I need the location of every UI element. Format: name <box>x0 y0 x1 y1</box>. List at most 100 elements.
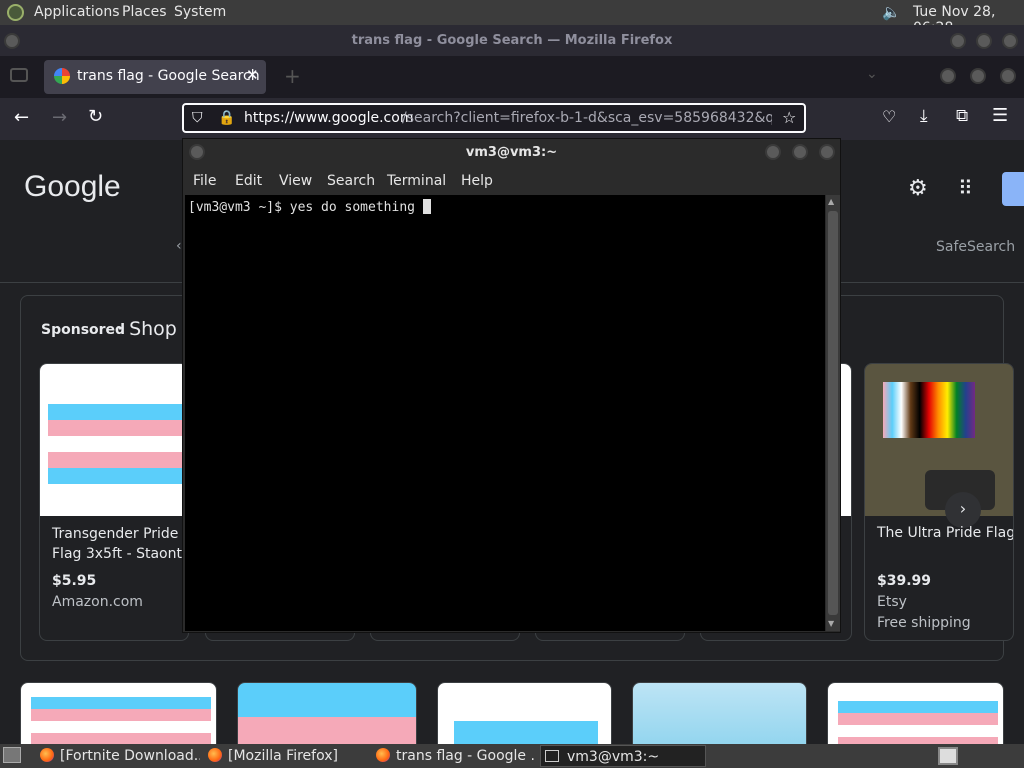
tab-max-icon[interactable] <box>970 68 986 84</box>
tab-close-x-icon[interactable]: ✕ <box>246 66 259 84</box>
google-favicon-icon <box>54 68 70 84</box>
task-fortnite[interactable]: [Fortnite Download... <box>40 745 200 767</box>
tab-google-search[interactable]: trans flag - Google Search ✕ <box>44 60 266 94</box>
new-tab-icon[interactable]: + <box>284 64 301 88</box>
image-result[interactable] <box>632 682 807 744</box>
terminal-output[interactable]: [vm3@vm3 ~]$ yes do something <box>185 195 825 631</box>
settings-gear-icon[interactable]: ⚙ <box>908 176 928 201</box>
show-desktop-icon[interactable] <box>3 747 21 763</box>
product-title[interactable]: Transgender Pride Flag 3x5ft - Staont <box>52 524 187 564</box>
firefox-icon <box>376 748 390 762</box>
menu-view[interactable]: View <box>279 173 312 189</box>
product-shipping: Free shipping <box>877 615 971 631</box>
scroll-up-icon[interactable]: ▲ <box>828 197 834 206</box>
menu-edit[interactable]: Edit <box>235 173 262 189</box>
minimize-icon[interactable] <box>950 33 966 49</box>
window-menu-icon[interactable] <box>4 33 20 49</box>
places-menu[interactable]: Places <box>122 4 167 20</box>
pride-flag-image <box>883 382 975 438</box>
firefox-icon <box>208 748 222 762</box>
apps-grid-icon[interactable]: ⠿ <box>958 176 973 200</box>
terminal-icon <box>545 750 559 762</box>
app-menu-icon[interactable]: ☰ <box>992 105 1008 126</box>
scrollbar-thumb[interactable] <box>828 211 838 615</box>
trans-flag-image <box>838 701 998 744</box>
terminal-close-icon[interactable] <box>819 144 835 160</box>
extensions-icon[interactable]: ⧉ <box>956 106 968 126</box>
terminal-maximize-icon[interactable] <box>792 144 808 160</box>
url-path: /search?client=firefox-b-1-d&sca_esv=585… <box>402 110 772 126</box>
distro-logo-icon[interactable] <box>7 4 24 21</box>
menu-terminal[interactable]: Terminal <box>387 173 446 189</box>
applications-menu[interactable]: Applications <box>34 4 120 20</box>
task-label: [Mozilla Firefox] <box>228 748 338 764</box>
pocket-icon[interactable]: ♡ <box>882 107 896 126</box>
downloads-icon[interactable]: ⤓ <box>920 106 928 126</box>
top-panel: Applications Places System 🔈 Tue Nov 28,… <box>0 0 1024 36</box>
task-label: [Fortnite Download... <box>60 748 200 764</box>
maximize-icon[interactable] <box>976 33 992 49</box>
terminal-menubar: File Edit View Search Terminal Help <box>183 167 840 195</box>
task-label: vm3@vm3:~ <box>567 749 660 765</box>
tracking-shield-icon[interactable]: ⛉ <box>192 105 203 131</box>
trans-flag-image <box>454 721 598 744</box>
product-card[interactable]: Transgender Pride Flag 3x5ft - Staont $5… <box>39 363 189 641</box>
product-seller: Etsy <box>877 594 907 610</box>
scroll-left-icon[interactable]: ‹ <box>176 238 182 254</box>
next-arrow-icon[interactable]: › <box>945 492 981 528</box>
image-result[interactable] <box>437 682 612 744</box>
tab-list-icon[interactable]: ⌄ <box>866 66 878 82</box>
safesearch-link[interactable]: SafeSearch <box>936 239 1015 255</box>
product-title[interactable]: The Ultra Pride Flag <box>877 525 1013 541</box>
product-price: $5.95 <box>52 573 97 589</box>
terminal-scrollbar[interactable]: ▲ ▼ <box>826 195 840 631</box>
image-result[interactable] <box>237 682 417 744</box>
terminal-menu-icon[interactable] <box>189 144 205 160</box>
forward-icon[interactable]: → <box>52 107 67 128</box>
back-icon[interactable]: ← <box>14 107 29 128</box>
window-title: trans flag - Google Search — Mozilla Fir… <box>351 33 673 48</box>
bookmark-star-icon[interactable]: ☆ <box>782 105 796 131</box>
menu-search[interactable]: Search <box>327 173 375 189</box>
taskbar: [Fortnite Download... [Mozilla Firefox] … <box>0 744 1024 768</box>
terminal-title-bar[interactable]: vm3@vm3:~ <box>183 139 840 167</box>
firefox-icon <box>40 748 54 762</box>
task-terminal[interactable]: vm3@vm3:~ <box>540 745 706 767</box>
product-card[interactable]: › The Ultra Pride Flag $39.99 Etsy Free … <box>864 363 1014 641</box>
sign-in-button[interactable] <box>1002 172 1024 206</box>
task-label: trans flag - Google ... <box>396 748 536 764</box>
product-seller: Amazon.com <box>52 594 143 610</box>
reload-icon[interactable]: ↻ <box>88 106 103 127</box>
text-cursor <box>422 199 431 214</box>
scroll-down-icon[interactable]: ▼ <box>828 619 834 628</box>
workspace-switcher-icon[interactable] <box>938 747 958 765</box>
sponsored-label: Sponsored <box>41 322 126 338</box>
volume-icon[interactable]: 🔈 <box>882 3 901 21</box>
google-logo[interactable]: Google <box>24 170 121 204</box>
image-result[interactable] <box>20 682 217 744</box>
firefox-view-icon[interactable] <box>10 68 28 82</box>
tab-min-icon[interactable] <box>940 68 956 84</box>
tab-title: trans flag - Google Search <box>77 68 260 84</box>
terminal-minimize-icon[interactable] <box>765 144 781 160</box>
close-icon[interactable] <box>1002 33 1018 49</box>
product-image <box>865 364 1013 516</box>
prompt-line: [vm3@vm3 ~]$ yes do something <box>188 200 423 215</box>
tab-close-icon[interactable] <box>1000 68 1016 84</box>
image-result[interactable] <box>827 682 1004 744</box>
trans-flag-image <box>31 697 211 744</box>
firefox-title-bar: trans flag - Google Search — Mozilla Fir… <box>0 25 1024 56</box>
terminal-window: vm3@vm3:~ File Edit View Search Terminal… <box>182 138 841 633</box>
trans-flag-image <box>48 404 188 484</box>
terminal-title: vm3@vm3:~ <box>465 145 558 160</box>
menu-file[interactable]: File <box>193 173 216 189</box>
url-bar[interactable]: ⛉ 🔒 https://www.google.com /search?clien… <box>182 103 806 133</box>
task-mozilla-firefox[interactable]: [Mozilla Firefox] <box>208 745 368 767</box>
system-menu[interactable]: System <box>174 4 226 20</box>
lock-icon[interactable]: 🔒 <box>218 105 235 131</box>
product-price: $39.99 <box>877 573 932 589</box>
task-trans-flag[interactable]: trans flag - Google ... <box>376 745 536 767</box>
product-image <box>40 364 188 516</box>
menu-help[interactable]: Help <box>461 173 493 189</box>
url-host: https://www.google.com <box>244 110 414 126</box>
